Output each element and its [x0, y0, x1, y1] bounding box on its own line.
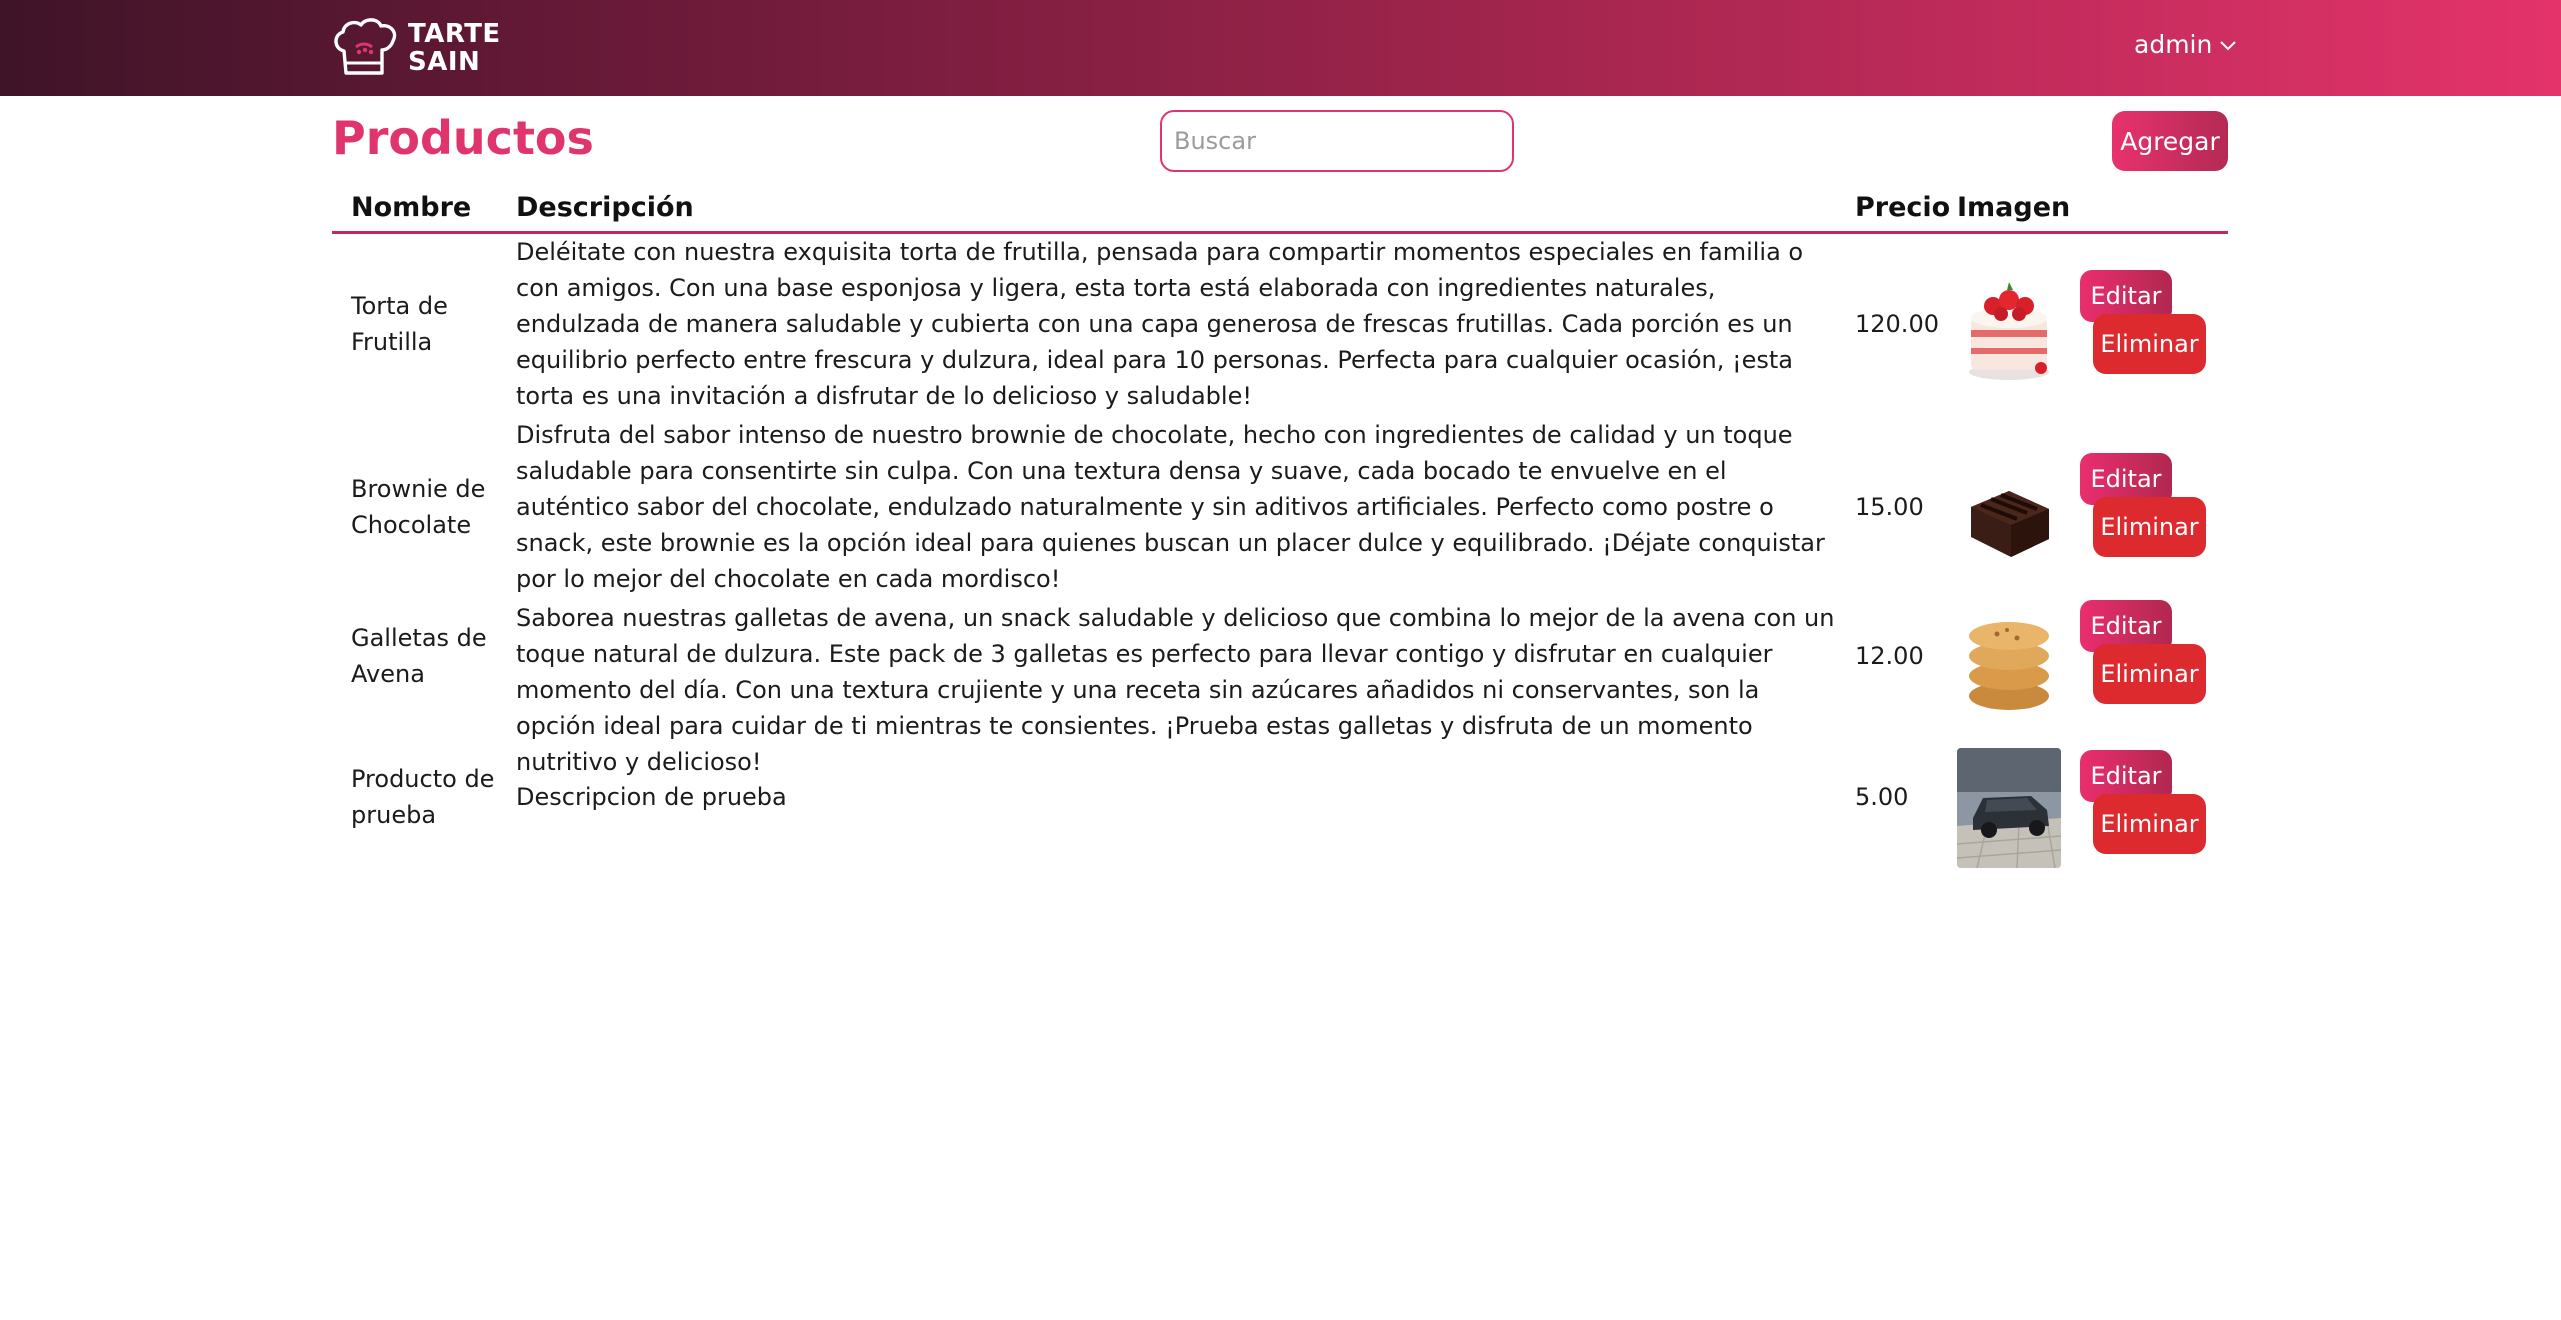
column-header-price: Precio [1855, 192, 1951, 223]
user-name: admin [2134, 30, 2213, 59]
car-photo-image [1957, 748, 2061, 868]
product-description: Descripcion de prueba [516, 783, 787, 811]
table-header: Nombre Descripción Precio Imagen [332, 184, 2228, 234]
product-description: Disfruta del sabor intenso de nuestro br… [516, 421, 1825, 593]
table-row: Torta de Frutilla Deléitate con nuestra … [332, 234, 2228, 417]
brand-line-2: SAIN [408, 47, 481, 77]
products-table: Nombre Descripción Precio Imagen Torta d… [332, 184, 2228, 880]
delete-button[interactable]: Eliminar [2093, 497, 2206, 557]
page-title: Productos [332, 111, 594, 165]
product-name: Producto de prueba [351, 765, 495, 829]
column-header-description: Descripción [516, 192, 694, 223]
table-row: Brownie de Chocolate Disfruta del sabor … [332, 417, 2228, 600]
delete-button[interactable]: Eliminar [2093, 794, 2206, 854]
product-price: 5.00 [1855, 783, 1909, 811]
table-row: Galletas de Avena Saborea nuestras galle… [332, 600, 2228, 776]
oat-cookies-image [1957, 600, 2061, 718]
user-menu[interactable]: admin [2134, 30, 2238, 59]
product-name: Brownie de Chocolate [351, 475, 486, 539]
brand-logo[interactable]: TARTE SAIN [330, 17, 501, 79]
chevron-down-icon [2220, 40, 2237, 50]
product-name: Galletas de Avena [351, 624, 487, 688]
product-description: Deléitate con nuestra exquisita torta de… [516, 238, 1804, 410]
brand-line-1: TARTE [408, 19, 501, 49]
delete-button[interactable]: Eliminar [2093, 644, 2206, 704]
brownie-image [1957, 453, 2061, 571]
product-price: 12.00 [1855, 642, 1924, 670]
table-row: Producto de prueba Descripcion de prueba… [332, 748, 2228, 880]
column-header-image: Imagen [1957, 192, 2071, 223]
search-input[interactable] [1160, 110, 1514, 172]
top-navbar: TARTE SAIN admin [0, 0, 2561, 96]
delete-button[interactable]: Eliminar [2093, 314, 2206, 374]
chef-hat-icon [334, 18, 397, 75]
product-price: 120.00 [1855, 310, 1939, 338]
add-product-button[interactable]: Agregar [2112, 111, 2228, 171]
product-price: 15.00 [1855, 493, 1924, 521]
column-header-name: Nombre [351, 192, 472, 223]
strawberry-cake-image [1957, 270, 2061, 388]
brand-name: TARTE SAIN [408, 20, 501, 76]
product-name: Torta de Frutilla [351, 292, 448, 356]
